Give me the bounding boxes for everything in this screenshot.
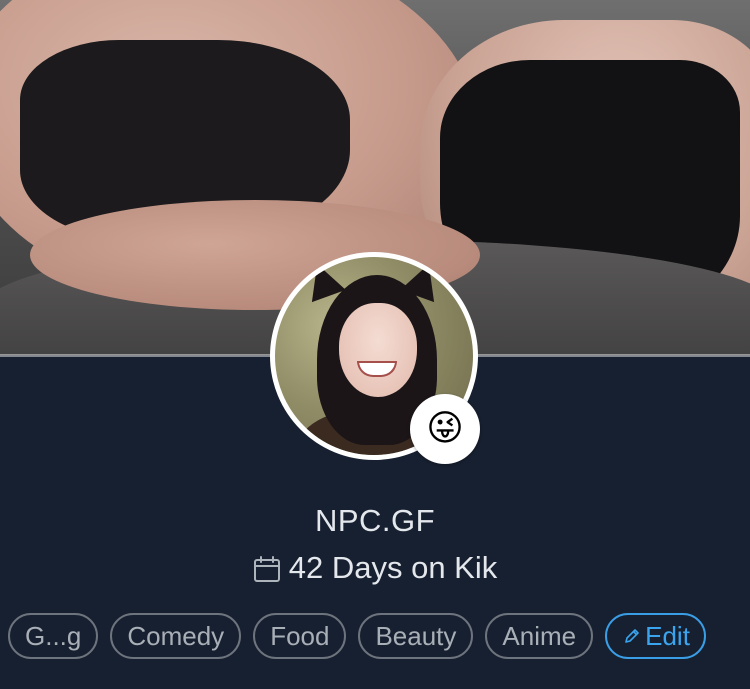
- days-on-kik-label: 42 Days on Kik: [288, 550, 498, 585]
- interest-chip[interactable]: Food: [253, 613, 347, 659]
- display-name: NPC.GF: [314, 503, 436, 538]
- calendar-icon: [253, 556, 280, 582]
- interests-list: G...g Comedy Food Beauty Anime Edit: [8, 613, 706, 659]
- interest-chip[interactable]: Anime: [485, 613, 594, 659]
- profile-screen: 😜 NPC.GF 42 Days on Kik G...g Comedy Foo…: [0, 0, 750, 689]
- pencil-icon: [625, 629, 639, 643]
- edit-interests-button[interactable]: Edit: [605, 613, 706, 659]
- days-on-kik: 42 Days on Kik: [0, 550, 750, 586]
- mood-emoji-badge: 😜: [410, 394, 480, 464]
- interest-chip[interactable]: Comedy: [110, 613, 242, 659]
- edit-label: Edit: [645, 620, 690, 651]
- interest-chip[interactable]: Beauty: [358, 613, 474, 659]
- interest-chip[interactable]: G...g: [8, 613, 99, 659]
